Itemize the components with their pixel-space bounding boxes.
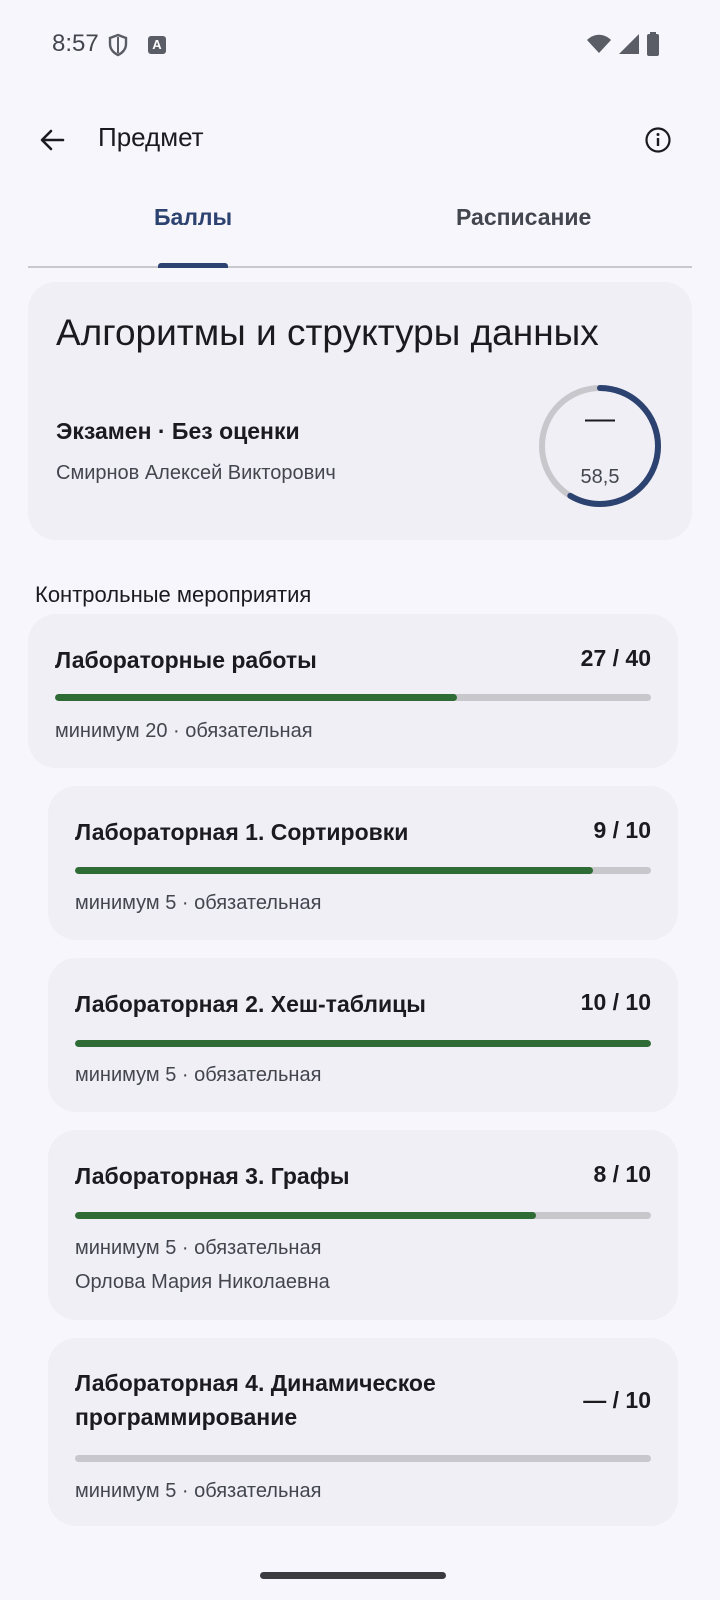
home-indicator[interactable] [260, 1572, 446, 1579]
activity-card-lab1[interactable]: Лабораторная 1. Сортировки 9 / 10 миниму… [48, 786, 678, 940]
top-app-bar: Предмет [0, 100, 720, 180]
score-value: 58,5 [580, 466, 620, 488]
activity-meta: минимум 20 · обязательная [55, 720, 313, 742]
tab-row: Баллы Расписание [28, 190, 692, 268]
activity-meta: минимум 5 · обязательная [75, 1480, 322, 1502]
subject-teacher: Смирнов Алексей Викторович [56, 462, 336, 484]
battery-icon [646, 32, 660, 61]
activity-title: Лабораторная 2. Хеш-таблицы [75, 991, 426, 1017]
activity-card-lab4[interactable]: Лабораторная 4. Динамическое программиро… [48, 1338, 678, 1526]
activity-progress-track [55, 694, 651, 701]
back-button[interactable] [30, 118, 74, 162]
activity-progress-track [75, 1455, 651, 1462]
status-bar: 8:57 A [0, 0, 720, 90]
wifi-icon [586, 34, 612, 59]
exam-status: Экзамен · Без оценки [56, 418, 300, 444]
subject-card: Алгоритмы и структуры данных Экзамен · Б… [28, 282, 692, 540]
tab-schedule[interactable]: Расписание [456, 204, 591, 231]
subject-name: Алгоритмы и структуры данных [56, 312, 599, 353]
activity-score: — / 10 [583, 1387, 651, 1413]
activity-title: Лабораторная 4. Динамическое программиро… [75, 1370, 436, 1430]
activity-progress-fill [75, 1040, 651, 1047]
cellular-signal-icon [618, 33, 640, 60]
arrow-back-icon [40, 129, 65, 151]
activity-meta: минимум 5 · обязательная [75, 1064, 322, 1086]
activity-title: Лабораторная 1. Сортировки [75, 819, 409, 845]
activity-progress-fill [75, 867, 594, 874]
activity-card-lab2[interactable]: Лабораторная 2. Хеш-таблицы 10 / 10 мини… [48, 958, 678, 1112]
activity-title: Лабораторные работы [55, 647, 317, 673]
activity-score: 27 / 40 [580, 645, 651, 671]
section-title: Контрольные мероприятия [35, 582, 312, 607]
info-button[interactable] [634, 116, 682, 164]
grade-value: — [585, 402, 615, 435]
activity-score: 9 / 10 [593, 817, 651, 843]
activity-progress-track [75, 1040, 651, 1047]
activity-title: Лабораторная 3. Графы [75, 1163, 350, 1189]
tab-indicator [158, 263, 228, 268]
tab-scores[interactable]: Баллы [154, 204, 232, 231]
status-icons [586, 32, 660, 61]
activity-progress-fill [55, 694, 458, 701]
activity-progress-track [75, 1212, 651, 1219]
activity-meta: минимум 5 · обязательная [75, 1237, 322, 1259]
keyboard-notification-icon: A [148, 36, 166, 54]
activity-progress-track [75, 867, 651, 874]
info-icon [645, 127, 671, 153]
status-time: 8:57 [52, 30, 99, 57]
activity-score: 10 / 10 [580, 989, 651, 1015]
page-title: Предмет [98, 122, 204, 152]
activity-meta: минимум 5 · обязательная [75, 892, 322, 914]
shield-icon [107, 33, 129, 62]
activity-progress-fill [75, 1212, 536, 1219]
activity-teacher: Орлова Мария Николаевна [75, 1271, 330, 1293]
activity-score: 8 / 10 [593, 1161, 651, 1187]
activity-card-labs[interactable]: Лабораторные работы 27 / 40 минимум 20 ·… [28, 614, 678, 768]
activity-card-lab3[interactable]: Лабораторная 3. Графы 8 / 10 минимум 5 ·… [48, 1130, 678, 1320]
